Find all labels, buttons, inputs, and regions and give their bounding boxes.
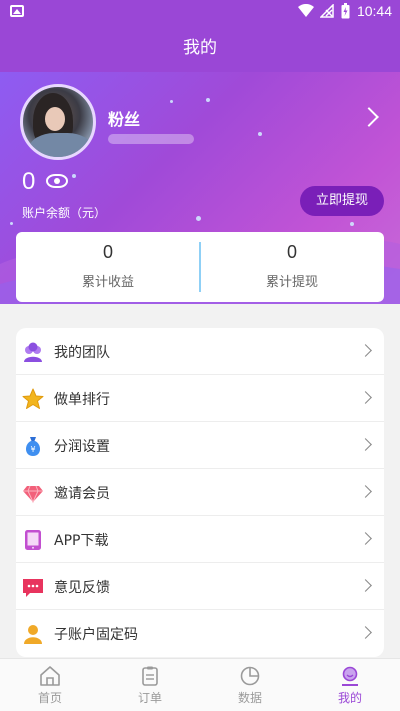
withdraw-button[interactable]: 立即提现 — [300, 186, 384, 216]
balance-value: 0 — [22, 168, 36, 195]
menu-list: 我的团队 做单排行 ¥ 分润设置 邀请会员 APP下载 意见反馈 子账户固定码 — [16, 328, 384, 657]
profile-icon — [342, 666, 358, 686]
menu-item-sub-account-code[interactable]: 子账户固定码 — [16, 610, 384, 657]
status-time: 10:44 — [356, 3, 392, 19]
money-bag-icon: ¥ — [25, 437, 41, 456]
tab-home[interactable]: 首页 — [0, 659, 100, 711]
person-icon — [24, 625, 42, 644]
chevron-right-icon — [359, 344, 372, 357]
tab-label: 订单 — [137, 691, 162, 705]
chevron-right-icon — [359, 532, 372, 545]
diamond-icon — [23, 485, 43, 504]
stat-total-withdrawn: 0 累计提现 — [200, 232, 384, 302]
stat-divider — [199, 242, 201, 292]
team-icon — [24, 342, 42, 362]
svg-text:¥: ¥ — [30, 445, 35, 454]
menu-item-team[interactable]: 我的团队 — [16, 328, 384, 375]
menu-item-app-download[interactable]: APP下载 — [16, 516, 384, 563]
tab-profile[interactable]: 我的 — [300, 659, 400, 711]
stat-label: 累计提现 — [265, 275, 318, 290]
decor-dot — [258, 132, 262, 136]
stat-value: 0 — [286, 242, 297, 262]
stat-label: 累计收益 — [81, 275, 134, 290]
tablet-icon — [25, 530, 41, 550]
home-icon — [40, 666, 60, 686]
decor-dot — [72, 174, 76, 178]
star-icon — [22, 388, 44, 409]
tab-label: 数据 — [237, 691, 262, 705]
chevron-right-icon[interactable] — [359, 107, 379, 127]
chevron-right-icon — [359, 626, 372, 639]
stat-value: 0 — [102, 242, 113, 262]
tab-orders[interactable]: 订单 — [100, 659, 200, 711]
page-title: 我的 — [0, 24, 400, 72]
status-bar: 10:44 — [0, 0, 400, 24]
chart-icon — [240, 666, 260, 686]
decor-dot — [206, 98, 210, 102]
menu-item-profit-settings[interactable]: ¥ 分润设置 — [16, 422, 384, 469]
menu-label: 邀请会员 — [54, 486, 110, 502]
menu-item-ranking[interactable]: 做单排行 — [16, 375, 384, 422]
gallery-icon — [10, 5, 24, 17]
chevron-right-icon — [359, 485, 372, 498]
order-icon — [142, 666, 158, 686]
menu-label: 子账户固定码 — [54, 627, 138, 643]
eye-icon[interactable] — [46, 174, 68, 188]
chevron-right-icon — [359, 438, 372, 451]
chevron-right-icon — [359, 579, 372, 592]
tab-label: 我的 — [337, 691, 362, 705]
battery-icon — [341, 3, 350, 19]
menu-label: 我的团队 — [54, 345, 110, 361]
menu-label: 做单排行 — [54, 392, 110, 408]
tab-label: 首页 — [37, 691, 62, 705]
nickname: 粉丝 — [108, 110, 141, 129]
decor-dot — [170, 100, 173, 103]
avatar[interactable] — [20, 84, 96, 160]
profile-card: 粉丝 0 账户余额（元） 立即提现 0 累计收益 0 累计提现 — [0, 72, 400, 304]
menu-item-feedback[interactable]: 意见反馈 — [16, 563, 384, 610]
blurred-account-id — [108, 134, 194, 144]
stat-total-income: 0 累计收益 — [16, 232, 200, 302]
tab-data[interactable]: 数据 — [200, 659, 300, 711]
balance-label: 账户余额（元） — [22, 206, 107, 220]
feedback-icon — [23, 579, 43, 597]
chevron-right-icon — [359, 391, 372, 404]
wifi-icon — [298, 4, 314, 17]
menu-label: APP下载 — [54, 533, 109, 549]
bottom-tab-bar: 首页 订单 数据 我的 — [0, 658, 400, 711]
signal-icon — [320, 4, 334, 18]
menu-item-invite[interactable]: 邀请会员 — [16, 469, 384, 516]
menu-label: 分润设置 — [54, 439, 110, 455]
stats-card: 0 累计收益 0 累计提现 — [16, 232, 384, 302]
menu-label: 意见反馈 — [54, 580, 110, 596]
